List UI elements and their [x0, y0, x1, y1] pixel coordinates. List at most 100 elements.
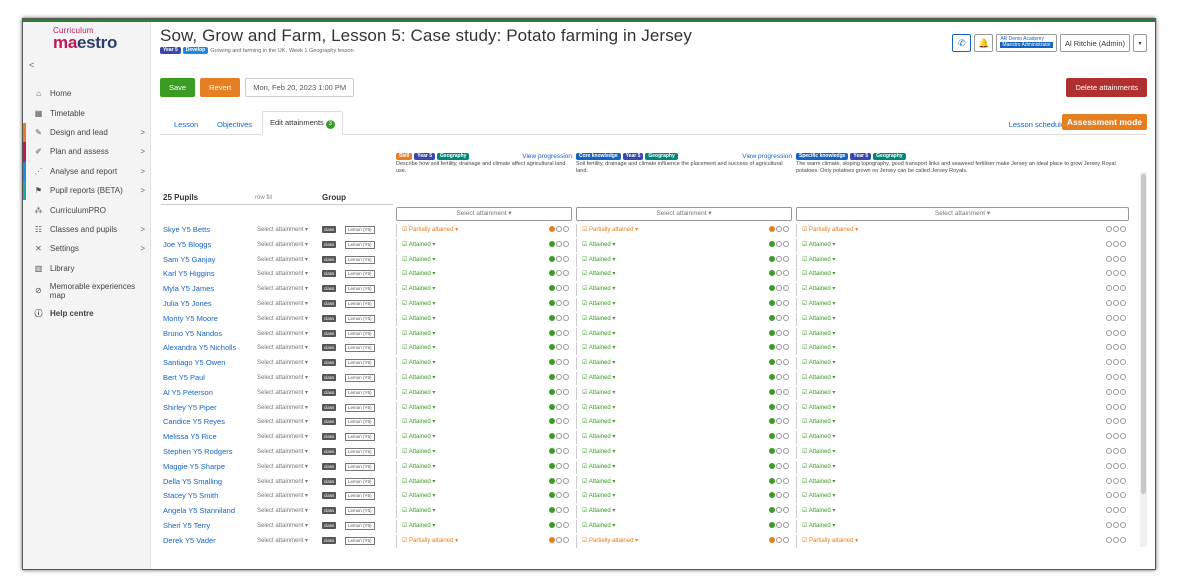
pupil-name-link[interactable]: Joe Y5 Bloggs	[163, 240, 211, 249]
row-select-attainment[interactable]: Select attainment ▾	[257, 241, 308, 248]
confidence-dots[interactable]	[548, 240, 569, 249]
attainment-dropdown[interactable]: ☑ Attained ▾	[582, 478, 615, 485]
confidence-dots[interactable]	[768, 418, 789, 426]
row-select-attainment[interactable]: Select attainment ▾	[257, 389, 308, 396]
chevron-down-icon[interactable]: ▾	[1133, 34, 1147, 52]
confidence-dots[interactable]	[768, 255, 789, 264]
confidence-dots[interactable]	[1105, 314, 1126, 323]
pupil-name-link[interactable]: Skye Y5 Betts	[163, 225, 210, 234]
confidence-dots[interactable]	[1105, 418, 1126, 426]
attainment-dropdown[interactable]: ☑ Attained ▾	[582, 300, 615, 307]
confidence-dots[interactable]	[1105, 522, 1126, 530]
confidence-dots[interactable]	[548, 418, 569, 426]
attainment-dropdown[interactable]: ☑ Partially attained ▾	[802, 226, 858, 233]
pupil-name-link[interactable]: Maggie Y5 Sharpe	[163, 462, 225, 471]
delete-attainments-button[interactable]: Delete attainments	[1066, 78, 1147, 97]
confidence-dots[interactable]	[768, 448, 789, 456]
sidebar-item-analyse-and-report[interactable]: ⋰ Analyse and report >	[23, 161, 151, 181]
sidebar-item-library[interactable]: ▥ Library	[23, 259, 151, 278]
attainment-dropdown[interactable]: ☑ Attained ▾	[802, 330, 835, 337]
tab-edit-attainments[interactable]: Edit attainments 3	[262, 111, 343, 135]
attainment-dropdown[interactable]: ☑ Attained ▾	[802, 374, 835, 381]
pupil-name-link[interactable]: Julia Y5 Jones	[163, 299, 212, 308]
confidence-dots[interactable]	[768, 240, 789, 249]
revert-button[interactable]: Revert	[200, 78, 241, 97]
attainment-dropdown[interactable]: ☑ Partially attained ▾	[402, 537, 458, 544]
confidence-dots[interactable]	[1105, 300, 1126, 308]
confidence-dots[interactable]	[548, 359, 569, 367]
attainment-dropdown[interactable]: ☑ Attained ▾	[402, 300, 435, 307]
attainment-dropdown[interactable]: ☑ Attained ▾	[582, 448, 615, 455]
confidence-dots[interactable]	[548, 462, 569, 471]
confidence-dots[interactable]	[1105, 448, 1126, 456]
attainment-dropdown[interactable]: ☑ Partially attained ▾	[802, 537, 858, 544]
sidebar-item-help-centre[interactable]: ⓘ Help centre	[23, 304, 151, 323]
row-select-attainment[interactable]: Select attainment ▾	[257, 537, 308, 544]
attainment-dropdown[interactable]: ☑ Attained ▾	[802, 404, 835, 411]
pupil-name-link[interactable]: Sam Y5 Ganjay	[163, 255, 215, 264]
attainment-dropdown[interactable]: ☑ Attained ▾	[802, 389, 835, 396]
sidebar-item-home[interactable]: ⌂ Home	[23, 84, 151, 103]
attainment-dropdown[interactable]: ☑ Attained ▾	[582, 507, 615, 514]
row-select-attainment[interactable]: Select attainment ▾	[257, 226, 308, 233]
confidence-dots[interactable]	[548, 374, 569, 382]
row-select-attainment[interactable]: Select attainment ▾	[257, 404, 308, 411]
confidence-dots[interactable]	[768, 374, 789, 382]
date-picker[interactable]: Mon, Feb 20, 2023 1:00 PM	[245, 78, 355, 97]
confidence-dots[interactable]	[768, 300, 789, 308]
pupil-name-link[interactable]: Bert Y5 Paul	[163, 373, 205, 382]
pupil-name-link[interactable]: Alexandra Y5 Nicholls	[163, 343, 236, 352]
pupil-name-link[interactable]: Shirley Y5 Piper	[163, 403, 217, 412]
sidebar-item-timetable[interactable]: ▦ Timetable	[23, 103, 151, 122]
attainment-dropdown[interactable]: ☑ Attained ▾	[582, 359, 615, 366]
attainment-dropdown[interactable]: ☑ Attained ▾	[582, 285, 615, 292]
confidence-dots[interactable]	[768, 507, 789, 515]
confidence-dots[interactable]	[1105, 507, 1126, 515]
confidence-dots[interactable]	[1105, 477, 1126, 486]
attainment-dropdown[interactable]: ☑ Attained ▾	[582, 330, 615, 337]
confidence-dots[interactable]	[1105, 492, 1126, 500]
row-select-attainment[interactable]: Select attainment ▾	[257, 270, 308, 277]
select-attainment-all[interactable]: Select attainment ▾	[796, 207, 1129, 221]
select-attainment-all[interactable]: Select attainment ▾	[396, 207, 572, 221]
attainment-dropdown[interactable]: ☑ Attained ▾	[402, 330, 435, 337]
pupil-name-link[interactable]: Stacey Y5 Smith	[163, 491, 218, 500]
pupil-name-link[interactable]: Melissa Y5 Rice	[163, 432, 217, 441]
confidence-dots[interactable]	[1105, 240, 1126, 249]
pupil-name-link[interactable]: Monty Y5 Moore	[163, 314, 218, 323]
confidence-dots[interactable]	[548, 522, 569, 530]
confidence-dots[interactable]	[548, 329, 569, 338]
attainment-dropdown[interactable]: ☑ Attained ▾	[802, 418, 835, 425]
confidence-dots[interactable]	[548, 448, 569, 456]
view-progression-link[interactable]: View progression	[522, 153, 572, 160]
sidebar-item-curriculumpro[interactable]: ⁂ CurriculumPRO	[23, 200, 151, 219]
confidence-dots[interactable]	[548, 507, 569, 515]
confidence-dots[interactable]	[768, 388, 789, 397]
confidence-dots[interactable]	[768, 329, 789, 338]
phone-icon[interactable]: ✆	[952, 34, 972, 52]
attainment-dropdown[interactable]: ☑ Attained ▾	[402, 478, 435, 485]
confidence-dots[interactable]	[768, 433, 789, 441]
assessment-mode-button[interactable]: Assessment mode	[1061, 114, 1147, 130]
pupil-name-link[interactable]: Santiago Y5 Owen	[163, 358, 225, 367]
row-select-attainment[interactable]: Select attainment ▾	[257, 448, 308, 455]
row-select-attainment[interactable]: Select attainment ▾	[257, 463, 308, 470]
confidence-dots[interactable]	[548, 433, 569, 441]
row-select-attainment[interactable]: Select attainment ▾	[257, 433, 308, 440]
confidence-dots[interactable]	[768, 226, 789, 234]
attainment-dropdown[interactable]: ☑ Attained ▾	[802, 256, 835, 263]
pupil-name-link[interactable]: Della Y5 Smalling	[163, 477, 222, 486]
attainment-dropdown[interactable]: ☑ Attained ▾	[582, 389, 615, 396]
save-button[interactable]: Save	[160, 78, 196, 97]
sidebar-item-classes-and-pupils[interactable]: ☷ Classes and pupils >	[23, 220, 151, 239]
confidence-dots[interactable]	[1105, 359, 1126, 367]
confidence-dots[interactable]	[1105, 344, 1126, 352]
attainment-dropdown[interactable]: ☑ Attained ▾	[582, 433, 615, 440]
attainment-dropdown[interactable]: ☑ Attained ▾	[582, 374, 615, 381]
attainment-dropdown[interactable]: ☑ Attained ▾	[402, 374, 435, 381]
view-progression-link[interactable]: View progression	[742, 153, 792, 160]
pupil-name-link[interactable]: Karl Y5 Higgins	[163, 269, 215, 278]
attainment-dropdown[interactable]: ☑ Attained ▾	[802, 315, 835, 322]
confidence-dots[interactable]	[548, 492, 569, 500]
confidence-dots[interactable]	[548, 226, 569, 234]
